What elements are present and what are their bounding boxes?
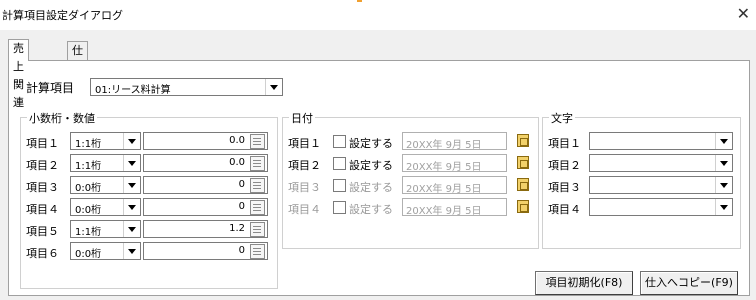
decimal-group-legend: 小数桁・数値 bbox=[27, 110, 97, 126]
digits-select[interactable]: 0:0桁 bbox=[70, 242, 141, 260]
text-select[interactable] bbox=[589, 176, 733, 194]
set-date-label: 設定する bbox=[349, 159, 393, 172]
numeric-value: 0.0 bbox=[229, 135, 245, 146]
numeric-input[interactable]: 0.0 bbox=[143, 154, 268, 172]
calendar-icon[interactable] bbox=[517, 200, 529, 213]
calc-item-value: 01:リース料計算 bbox=[95, 85, 171, 96]
chevron-down-icon[interactable] bbox=[715, 177, 732, 193]
reset-items-button[interactable]: 項目初期化(F8) bbox=[535, 271, 633, 295]
digits-select[interactable]: 1:1桁 bbox=[70, 220, 141, 238]
text-row-label: 項目３ bbox=[548, 181, 581, 194]
date-input[interactable]: 20XX年 9月 5日 bbox=[402, 154, 507, 173]
dialog-body: 売上関連 仕入関連 計算項目 01:リース料計算 小数桁・数値 項目１ 1:1桁… bbox=[0, 30, 756, 300]
date-row-label: 項目４ bbox=[288, 203, 321, 216]
numeric-value: 0 bbox=[238, 201, 245, 212]
title-bar: 計算項目設定ダイアログ ✕ bbox=[0, 0, 756, 30]
date-value: 20XX年 9月 5日 bbox=[406, 140, 482, 151]
title-accent bbox=[357, 0, 362, 2]
set-date-checkbox[interactable] bbox=[333, 179, 346, 192]
text-select[interactable] bbox=[589, 198, 733, 216]
decimal-row-label: 項目６ bbox=[26, 247, 59, 260]
numeric-input[interactable]: 1.2 bbox=[143, 220, 268, 238]
decimal-row-label: 項目５ bbox=[26, 225, 59, 238]
set-date-label: 設定する bbox=[349, 137, 393, 150]
date-row-label: 項目２ bbox=[288, 159, 321, 172]
digits-select[interactable]: 1:1桁 bbox=[70, 132, 141, 150]
set-date-checkbox[interactable] bbox=[333, 135, 346, 148]
numeric-value: 0.0 bbox=[229, 157, 245, 168]
text-select[interactable] bbox=[589, 154, 733, 172]
decimal-row-label: 項目４ bbox=[26, 203, 59, 216]
numeric-input[interactable]: 0 bbox=[143, 176, 268, 194]
text-group-legend: 文字 bbox=[549, 110, 575, 126]
set-date-label: 設定する bbox=[349, 181, 393, 194]
digits-value: 0:0桁 bbox=[75, 249, 102, 260]
digits-value: 1:1桁 bbox=[75, 227, 102, 238]
date-value: 20XX年 9月 5日 bbox=[406, 162, 482, 173]
date-value: 20XX年 9月 5日 bbox=[406, 206, 482, 217]
decimal-row-label: 項目３ bbox=[26, 181, 59, 194]
calculator-icon[interactable] bbox=[250, 156, 265, 171]
calculator-icon[interactable] bbox=[250, 244, 265, 259]
calendar-icon[interactable] bbox=[517, 178, 529, 191]
calculator-icon[interactable] bbox=[250, 134, 265, 149]
numeric-value: 1.2 bbox=[229, 223, 245, 234]
date-input[interactable]: 20XX年 9月 5日 bbox=[402, 198, 507, 217]
tab-purchase[interactable]: 仕入関連 bbox=[67, 41, 88, 111]
calendar-icon[interactable] bbox=[517, 156, 529, 169]
numeric-input[interactable]: 0 bbox=[143, 198, 268, 216]
digits-value: 1:1桁 bbox=[75, 161, 102, 172]
numeric-input[interactable]: 0.0 bbox=[143, 132, 268, 150]
calculator-icon[interactable] bbox=[250, 178, 265, 193]
digits-value: 0:0桁 bbox=[75, 183, 102, 194]
close-icon[interactable]: ✕ bbox=[737, 4, 750, 23]
text-select[interactable] bbox=[589, 132, 733, 150]
tab-sales[interactable]: 売上関連 bbox=[8, 39, 29, 109]
chevron-down-icon[interactable] bbox=[715, 199, 732, 215]
set-date-checkbox[interactable] bbox=[333, 201, 346, 214]
date-value: 20XX年 9月 5日 bbox=[406, 184, 482, 195]
decimal-row-label: 項目２ bbox=[26, 159, 59, 172]
set-date-label: 設定する bbox=[349, 203, 393, 216]
date-input[interactable]: 20XX年 9月 5日 bbox=[402, 176, 507, 195]
chevron-down-icon[interactable] bbox=[123, 155, 140, 171]
date-row-label: 項目１ bbox=[288, 137, 321, 150]
date-row-label: 項目３ bbox=[288, 181, 321, 194]
chevron-down-icon[interactable] bbox=[123, 199, 140, 215]
numeric-input[interactable]: 0 bbox=[143, 242, 268, 260]
window-title: 計算項目設定ダイアログ bbox=[2, 9, 123, 22]
chevron-down-icon[interactable] bbox=[265, 79, 282, 95]
digits-select[interactable]: 0:0桁 bbox=[70, 198, 141, 216]
numeric-value: 0 bbox=[238, 179, 245, 190]
digits-select[interactable]: 0:0桁 bbox=[70, 176, 141, 194]
decimal-row-label: 項目１ bbox=[26, 137, 59, 150]
chevron-down-icon[interactable] bbox=[123, 177, 140, 193]
chevron-down-icon[interactable] bbox=[123, 221, 140, 237]
chevron-down-icon[interactable] bbox=[123, 243, 140, 259]
calculator-icon[interactable] bbox=[250, 200, 265, 215]
chevron-down-icon[interactable] bbox=[715, 155, 732, 171]
date-group-legend: 日付 bbox=[289, 110, 315, 126]
numeric-value: 0 bbox=[238, 245, 245, 256]
digits-value: 0:0桁 bbox=[75, 205, 102, 216]
calculator-icon[interactable] bbox=[250, 222, 265, 237]
calc-item-label: 計算項目 bbox=[26, 81, 75, 95]
chevron-down-icon[interactable] bbox=[715, 133, 732, 149]
digits-select[interactable]: 1:1桁 bbox=[70, 154, 141, 172]
tab-panel: 計算項目 01:リース料計算 小数桁・数値 項目１ 1:1桁 0.0 項目２ 1… bbox=[8, 60, 750, 296]
text-row-label: 項目１ bbox=[548, 137, 581, 150]
calendar-icon[interactable] bbox=[517, 134, 529, 147]
calc-item-select[interactable]: 01:リース料計算 bbox=[90, 78, 283, 96]
chevron-down-icon[interactable] bbox=[123, 133, 140, 149]
copy-to-purchase-button[interactable]: 仕入へコピー(F9) bbox=[640, 271, 738, 295]
text-row-label: 項目４ bbox=[548, 203, 581, 216]
date-input[interactable]: 20XX年 9月 5日 bbox=[402, 132, 507, 151]
digits-value: 1:1桁 bbox=[75, 139, 102, 150]
set-date-checkbox[interactable] bbox=[333, 157, 346, 170]
text-row-label: 項目２ bbox=[548, 159, 581, 172]
